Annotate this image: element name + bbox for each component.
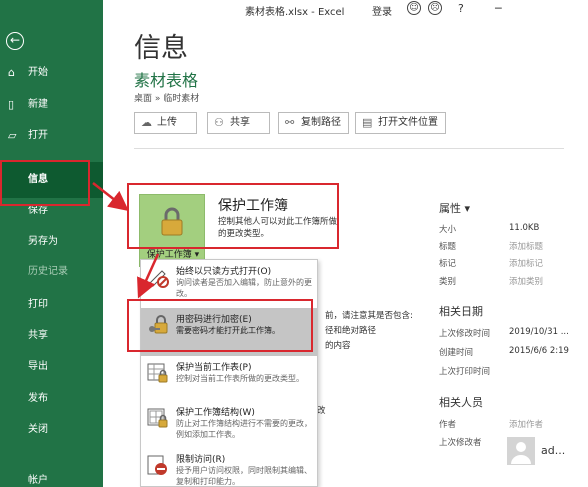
last-modified-by-name: ad... xyxy=(541,444,566,457)
category-field[interactable]: 添加类别 xyxy=(509,275,543,287)
properties-heading[interactable]: 属性 ▾ xyxy=(439,200,470,216)
menu-item-title: 限制访问(R) xyxy=(176,455,226,465)
sidebar-item-label: 共享 xyxy=(28,330,48,341)
button-label: 共享 xyxy=(230,117,250,128)
property-key: 大小 xyxy=(439,225,457,235)
menu-item-title: 始终以只读方式打开(O) xyxy=(176,267,272,277)
new-document-icon: ▯ xyxy=(8,98,15,111)
share-button[interactable]: ⚇ 共享 xyxy=(207,112,270,134)
sidebar-item-account[interactable]: 帐户 xyxy=(0,471,103,487)
menu-item-restrict-access[interactable]: 限制访问(R) 授予用户访问权限，同时限制其编辑、复制和打印能力。 xyxy=(141,448,317,486)
document-name: 素材表格 xyxy=(134,71,199,90)
inspect-workbook-text: 径和绝对路径 xyxy=(325,326,377,336)
property-key: 上次打印时间 xyxy=(439,367,491,377)
sidebar-item-label: 历史记录 xyxy=(28,266,68,277)
home-icon: ⌂ xyxy=(8,66,15,79)
sidebar-item-label: 打开 xyxy=(28,130,48,141)
menu-item-description: 控制对当前工作表所做的更改类型。 xyxy=(176,374,304,383)
highlight-box-protect-workbook xyxy=(127,183,339,249)
button-label: 打开文件位置 xyxy=(378,117,438,128)
highlight-box-encrypt-item xyxy=(127,299,313,352)
property-key: 上次修改时间 xyxy=(439,329,491,339)
sheet-lock-icon xyxy=(147,363,168,383)
menu-item-title: 保护当前工作表(P) xyxy=(176,363,252,373)
workbook-structure-lock-icon xyxy=(147,408,168,428)
frown-feedback-icon[interactable]: ☹ xyxy=(428,1,442,15)
property-key: 标记 xyxy=(439,259,457,269)
document-path-breadcrumb[interactable]: 桌面 » 临时素材 xyxy=(134,91,199,104)
backstage-sidebar: ← ⌂ 开始 ▯ 新建 ▱ 打开 信息 保存 另存为 历史记录 打印 共享 导出… xyxy=(0,0,103,487)
menu-item-description: 询问读者是否加入编辑，防止意外的更改。 xyxy=(176,278,312,298)
property-key: 标题 xyxy=(439,242,457,252)
smile-feedback-icon[interactable]: ☺ xyxy=(407,1,421,15)
button-label: 复制路径 xyxy=(301,117,341,128)
menu-item-protect-current-sheet[interactable]: 保护当前工作表(P) 控制对当前工作表所做的更改类型。 xyxy=(141,356,317,404)
sidebar-item-publish[interactable]: 发布 xyxy=(0,389,103,409)
open-file-location-button[interactable]: ▤ 打开文件位置 xyxy=(355,112,446,134)
upload-button[interactable]: ☁ 上传 xyxy=(134,112,197,134)
help-button[interactable]: ? xyxy=(458,2,464,15)
property-value: 11.0KB xyxy=(509,223,540,233)
property-key: 上次修改者 xyxy=(439,438,482,448)
sidebar-item-label: 另存为 xyxy=(28,236,58,247)
sidebar-item-label: 开始 xyxy=(28,67,48,78)
highlight-box-info xyxy=(0,160,90,206)
login-link[interactable]: 登录 xyxy=(372,3,392,18)
sidebar-item-label: 发布 xyxy=(28,393,48,404)
property-value: 2015/6/6 2:19 xyxy=(509,346,569,356)
sidebar-item-share[interactable]: 共享 xyxy=(0,326,103,346)
sidebar-item-label: 新建 xyxy=(28,99,48,110)
related-people-heading: 相关人员 xyxy=(439,396,483,409)
folder-icon: ▤ xyxy=(362,116,373,129)
folder-open-icon: ▱ xyxy=(8,129,17,142)
manage-versions-text: 改 xyxy=(317,406,326,416)
sidebar-item-label: 关闭 xyxy=(28,424,48,435)
protect-workbook-menu: 始终以只读方式打开(O) 询问读者是否加入编辑，防止意外的更改。 用密码进行加密… xyxy=(140,259,318,487)
page-title: 信息 xyxy=(134,33,188,64)
sidebar-item-new[interactable]: ▯ 新建 xyxy=(0,95,103,115)
inspect-workbook-text: 的内容 xyxy=(325,341,351,351)
sidebar-item-label: 打印 xyxy=(28,299,48,310)
back-arrow-icon[interactable]: ← xyxy=(6,32,24,50)
add-author-field[interactable]: 添加作者 xyxy=(509,418,543,430)
button-label: 上传 xyxy=(157,117,177,128)
sidebar-item-home[interactable]: ⌂ 开始 xyxy=(0,63,103,83)
sidebar-item-history[interactable]: 历史记录 xyxy=(0,262,103,282)
window-title: 素材表格.xlsx - Excel xyxy=(245,7,345,18)
sidebar-item-label: 保存 xyxy=(28,205,48,216)
excel-backstage-window: 素材表格.xlsx - Excel 登录 ☺ ☹ ? ─ ← ⌂ 开始 ▯ 新建… xyxy=(0,0,588,487)
menu-item-title: 保护工作簿结构(W) xyxy=(176,408,255,418)
divider xyxy=(134,148,564,149)
copy-path-button[interactable]: ⚯ 复制路径 xyxy=(278,112,349,134)
person-icon xyxy=(511,442,531,464)
inspect-workbook-text: 前，请注意其是否包含: xyxy=(325,311,413,321)
menu-item-description: 防止对工作簿结构进行不需要的更改，例如添加工作表。 xyxy=(176,419,312,439)
sidebar-item-open[interactable]: ▱ 打开 xyxy=(0,126,103,146)
sidebar-item-print[interactable]: 打印 xyxy=(0,295,103,315)
menu-item-protect-workbook-structure[interactable]: 保护工作簿结构(W) 防止对工作簿结构进行不需要的更改，例如添加工作表。 xyxy=(141,401,317,449)
title-field[interactable]: 添加标题 xyxy=(509,240,543,252)
sidebar-item-export[interactable]: 导出 xyxy=(0,357,103,377)
property-key: 创建时间 xyxy=(439,348,474,358)
share-people-icon: ⚇ xyxy=(214,116,224,129)
avatar xyxy=(507,437,535,465)
restrict-access-icon xyxy=(147,455,167,475)
sidebar-item-label: 导出 xyxy=(28,361,48,372)
cloud-upload-icon: ☁ xyxy=(141,116,152,129)
property-value: 2019/10/31 ... xyxy=(509,327,569,337)
tags-field[interactable]: 添加标记 xyxy=(509,257,543,269)
pencil-no-edit-icon xyxy=(148,270,169,288)
sidebar-item-save-as[interactable]: 另存为 xyxy=(0,232,103,252)
sidebar-item-close[interactable]: 关闭 xyxy=(0,420,103,440)
link-icon: ⚯ xyxy=(285,116,295,129)
property-key: 作者 xyxy=(439,420,457,430)
related-dates-heading: 相关日期 xyxy=(439,305,483,318)
property-key: 类别 xyxy=(439,277,457,287)
minimize-button[interactable]: ─ xyxy=(495,2,502,15)
menu-item-description: 授予用户访问权限，同时限制其编辑、复制和打印能力。 xyxy=(176,466,312,486)
sidebar-item-label: 帐户 xyxy=(28,475,48,486)
